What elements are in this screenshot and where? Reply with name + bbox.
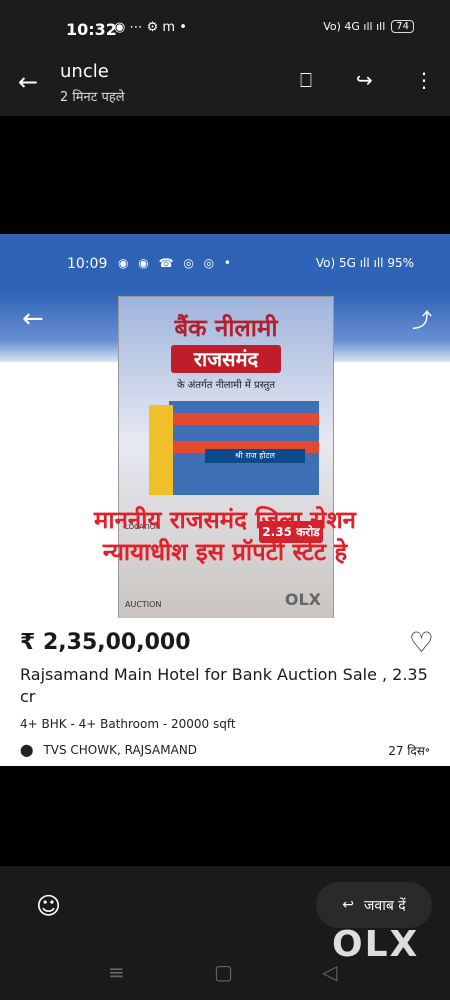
listing-location-text: TVS CHOWK, RAJSAMAND (43, 743, 198, 757)
overlay-line-2: न्यायाधीश इस प्रॉपर्टी स्टेट हे (102, 538, 348, 566)
reply-button[interactable]: ↩ जवाब दें (316, 882, 432, 928)
message-background-bottom (0, 766, 450, 866)
system-nav-bar: ≡ ▢ ◁ (0, 950, 450, 1000)
hotel-building: श्री राज होटल (149, 385, 319, 495)
image-back-icon: ← (22, 304, 44, 334)
forward-icon[interactable]: ↪ (356, 68, 373, 92)
chat-app-bar: ← uncle 2 मिनट पहले ⎕ ↪ ⋮ (0, 58, 450, 116)
listing-date: 27 दिस॰ (388, 744, 430, 758)
poster-city: राजसमंद (171, 345, 281, 373)
favorite-heart-icon: ♡ (408, 626, 434, 659)
listing-details: ₹ 2,35,00,000 ♡ Rajsamand Main Hotel for… (0, 618, 450, 766)
status-time: 10:32 (66, 20, 117, 39)
notification-icons: ◉ ⋯ ⚙ m • (114, 20, 187, 35)
overlay-caption: माननीय राजसमंद जिला सेशन न्यायाधीश इस प्… (0, 504, 450, 568)
chat-title[interactable]: uncle (60, 61, 109, 82)
image-status-bar: 10:09 ◉ ◉ ☎ ◎ ◎ • Vo) 5G ıll ıll 95% (0, 234, 450, 292)
listing-location: ⬤ TVS CHOWK, RAJSAMAND (20, 743, 197, 757)
location-pin-icon: ⬤ (20, 743, 34, 757)
status-bar: 10:32 ◉ ⋯ ⚙ m • Vo) 4G ıll ıll 74 (0, 0, 450, 58)
reply-icon: ↩ (342, 897, 355, 913)
image-status-time: 10:09 (67, 256, 108, 272)
bookmark-icon[interactable]: ⎕ (300, 68, 312, 92)
last-seen: 2 मिनट पहले (60, 90, 125, 105)
listing-title: Rajsamand Main Hotel for Bank Auction Sa… (20, 665, 428, 706)
battery-icon: 74 (391, 20, 414, 33)
image-status-right: Vo) 5G ıll ıll 95% (315, 256, 414, 270)
overlay-line-1: माननीय राजसमंद जिला सेशन (94, 506, 356, 534)
hotel-sign: श्री राज होटल (205, 449, 305, 463)
reply-label: जवाब दें (364, 897, 406, 914)
home-icon[interactable]: ▢ (214, 960, 233, 984)
poster-auction-tag: AUCTION (125, 600, 162, 609)
listing-price: ₹ 2,35,00,000 (20, 630, 191, 655)
image-notification-icons: ◉ ◉ ☎ ◎ ◎ • (118, 256, 234, 270)
image-share-icon: ⤴ (412, 308, 432, 332)
message-background (0, 116, 450, 234)
shared-image[interactable]: 10:09 ◉ ◉ ☎ ◎ ◎ • Vo) 5G ıll ıll 95% ← ⤴… (0, 234, 450, 766)
listing-meta: 4+ BHK - 4+ Bathroom - 20000 sqft (20, 717, 236, 731)
poster-olx-logo: OLX (284, 590, 321, 609)
emoji-icon[interactable]: ☺ (36, 892, 61, 920)
nav-back-icon[interactable]: ◁ (322, 960, 337, 984)
more-options-icon[interactable]: ⋮ (414, 68, 434, 92)
recent-apps-icon[interactable]: ≡ (108, 960, 125, 984)
status-right: Vo) 4G ıll ıll 74 (323, 20, 414, 33)
network-icon: Vo) 4G ıll ıll (323, 20, 386, 33)
back-icon[interactable]: ← (18, 68, 38, 96)
composer-bar: ☺ ↩ जवाब दें OLX ≡ ▢ ◁ (0, 866, 450, 1000)
poster-title: बैंक नीलामी (174, 314, 278, 342)
auction-poster: बैंक नीलामी राजसमंद के अंतर्गत नीलामी मे… (118, 296, 334, 620)
